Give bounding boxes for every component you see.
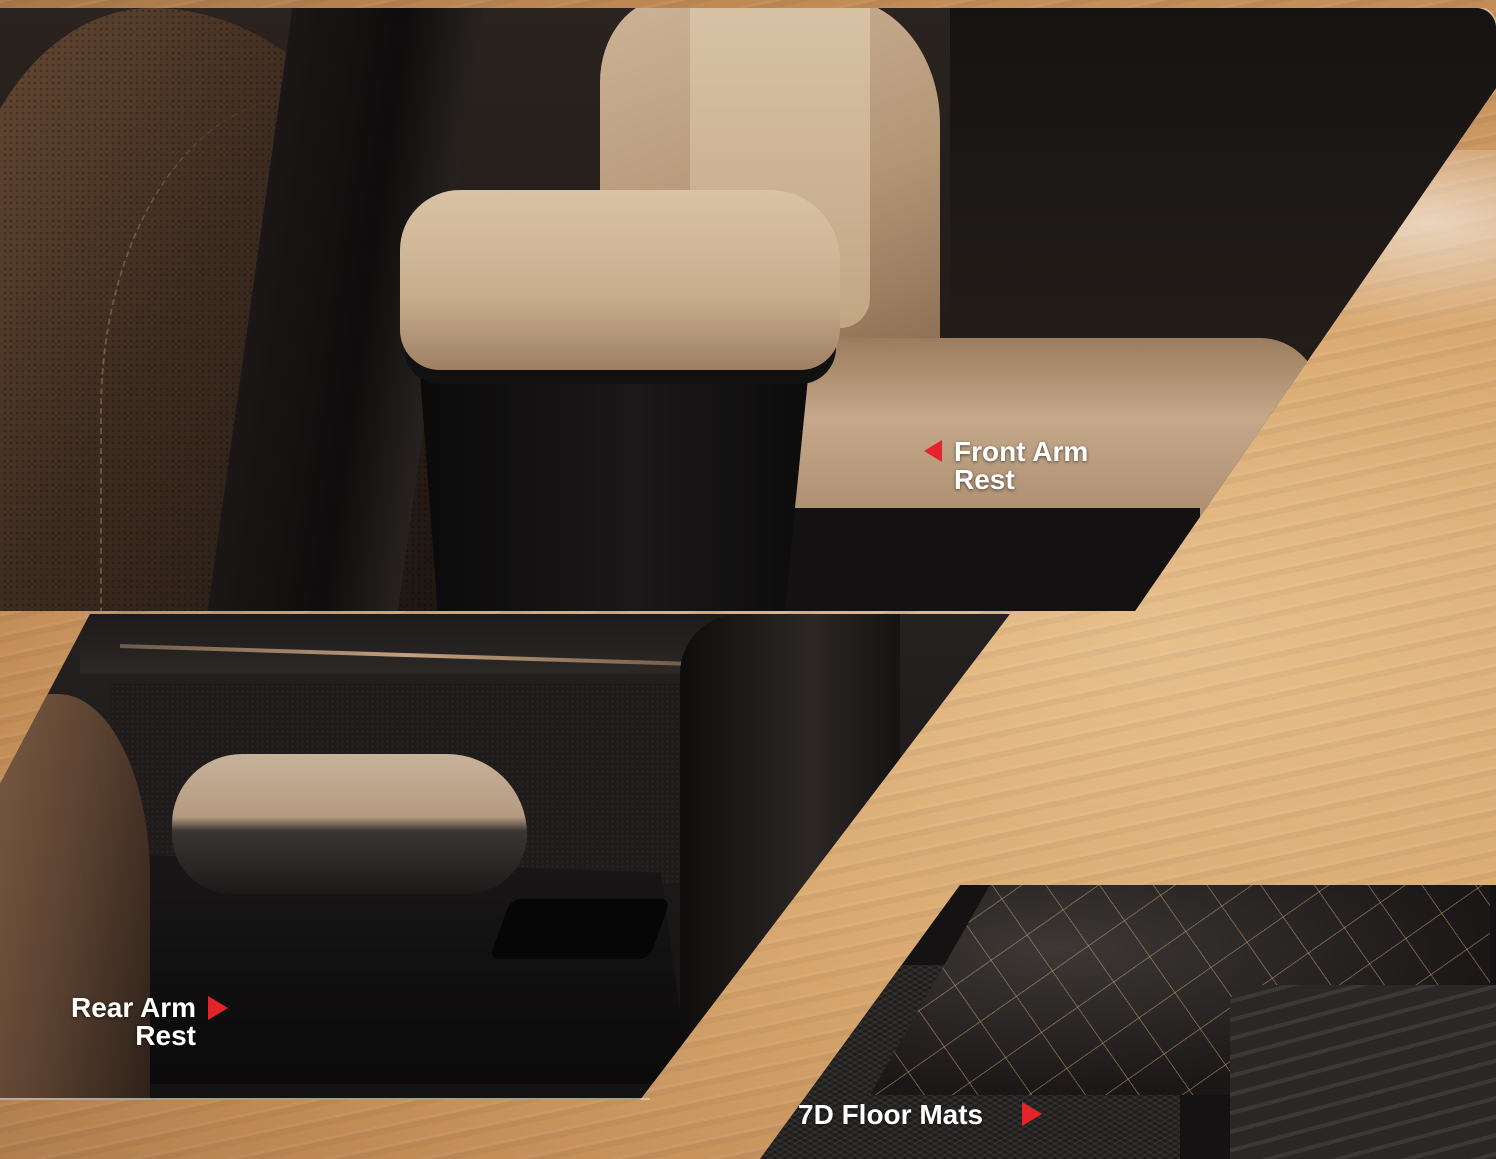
showcase-canvas: Front Arm Rest Rear Arm Rest 7D Floor Ma…: [0, 0, 1496, 1159]
rear-arm-rest-label: Rear Arm Rest: [68, 994, 196, 1050]
front-label-line1: Front Arm: [954, 436, 1089, 467]
front-armrest-cushion: [400, 190, 840, 370]
rubber-mat-tray: [1230, 985, 1496, 1159]
front-label-line2: Rest: [954, 464, 1015, 495]
floor-mats-label: 7D Floor Mats: [798, 1099, 984, 1130]
cup-holder: [489, 899, 671, 959]
rear-arrow-icon: [208, 996, 228, 1020]
front-arrow-icon: [924, 440, 942, 462]
rear-armrest-cushion: [172, 754, 527, 894]
footwell-shadow: [780, 508, 1200, 611]
front-arm-rest-label: Front Arm Rest: [954, 438, 1088, 494]
mats-arrow-icon: [1022, 1102, 1042, 1126]
divider-line: [0, 1098, 650, 1100]
rear-label-line1: Rear Arm: [70, 992, 196, 1023]
rear-label-line2: Rest: [135, 1020, 196, 1051]
